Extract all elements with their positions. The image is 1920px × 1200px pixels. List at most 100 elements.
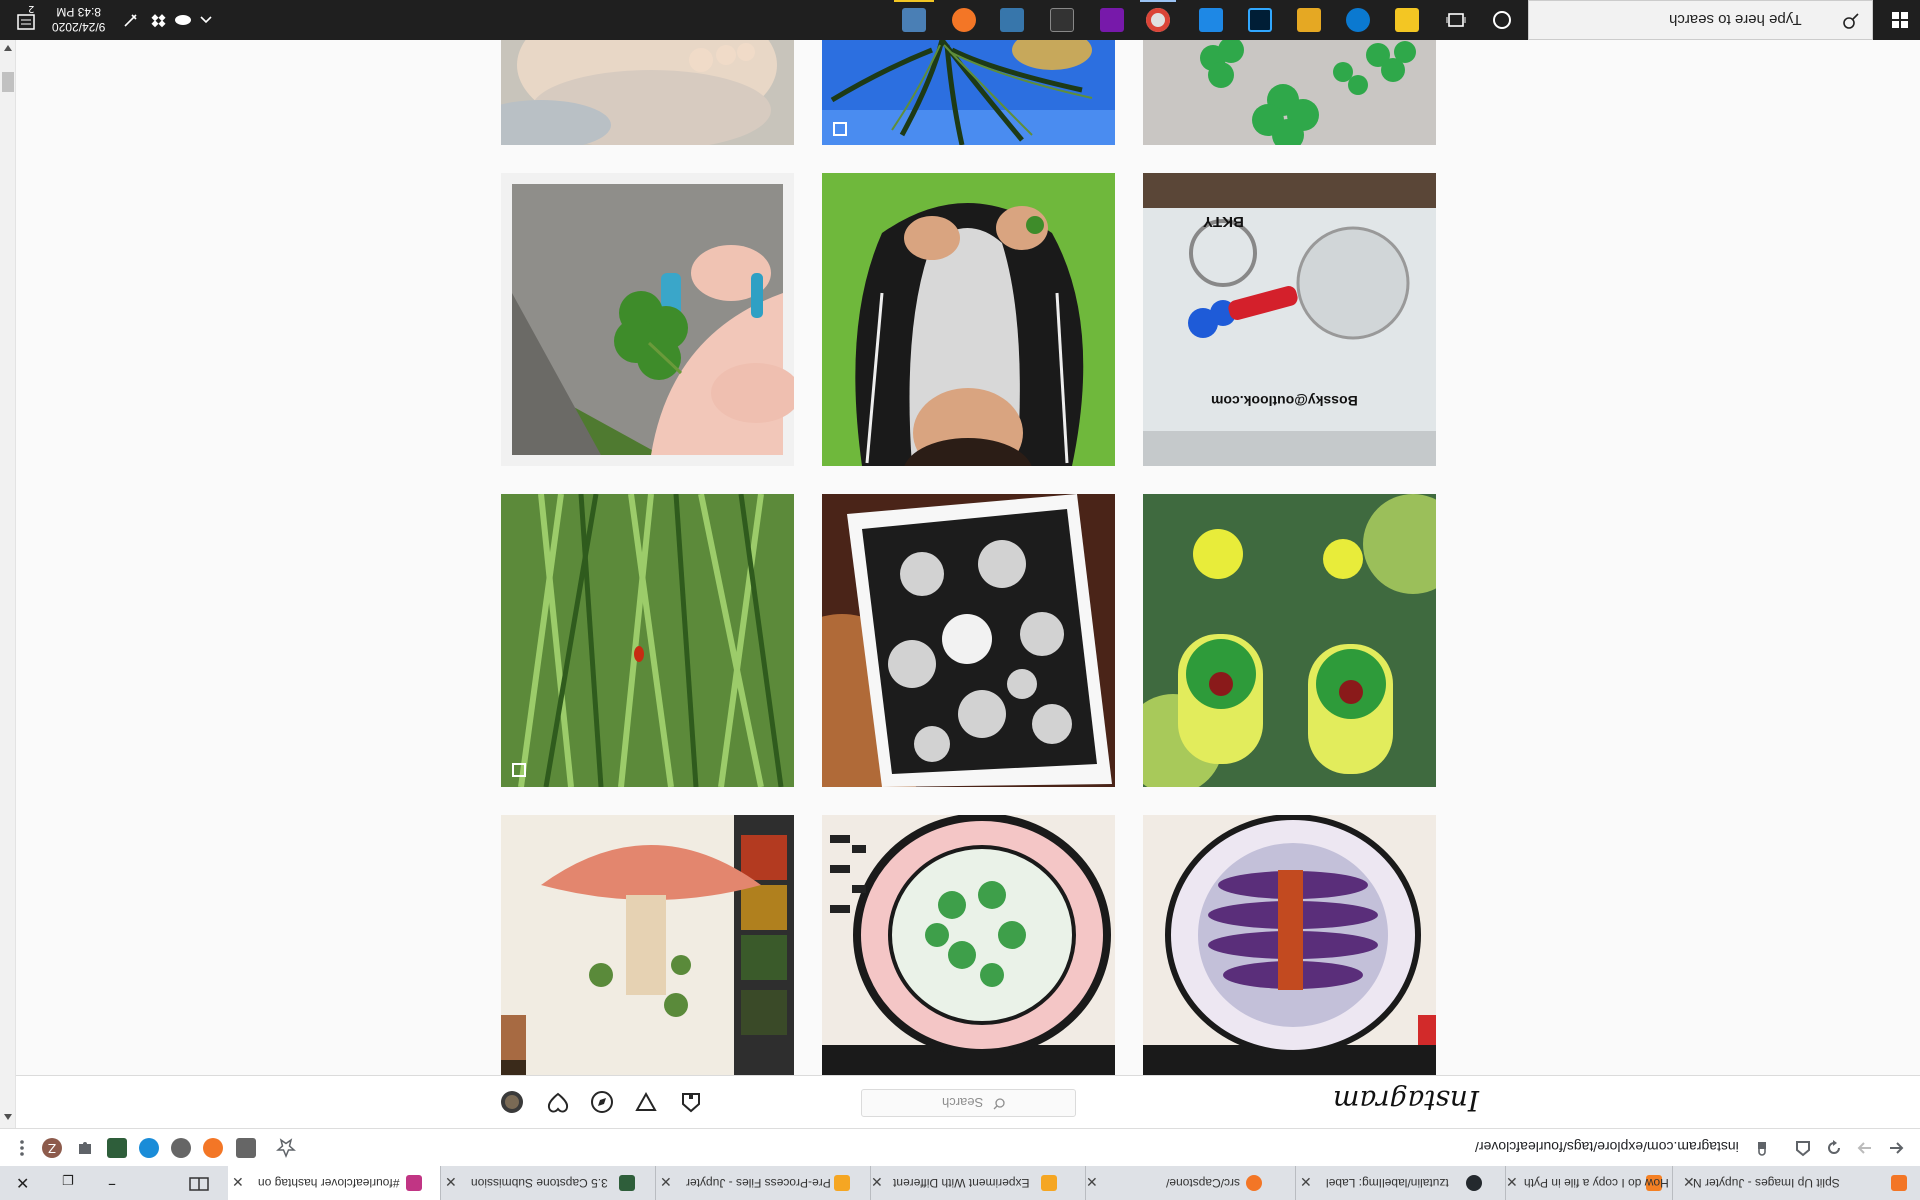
search-icon	[1843, 13, 1859, 29]
jupyter-favicon	[1891, 1175, 1907, 1191]
scrollbar-thumb[interactable]	[2, 72, 14, 92]
tab-title: tzutalin/labelImg: Label	[1326, 1176, 1449, 1190]
browser-tab[interactable]: src/Capstone/ ✕	[1085, 1166, 1295, 1200]
onedrive-icon[interactable]	[174, 12, 192, 28]
active-app-indicator	[1140, 0, 1176, 2]
dropbox-icon[interactable]	[150, 12, 168, 28]
explore-icon[interactable]	[590, 1090, 614, 1114]
active-app-indicator	[894, 0, 934, 2]
clover-keychain-image	[1143, 173, 1436, 466]
lock-icon	[1758, 1142, 1766, 1156]
clock-date: 9/24/2020	[52, 20, 106, 34]
instagram-search-input[interactable]: Search	[861, 1089, 1076, 1117]
clock-time: 8:43 PM	[56, 5, 102, 19]
tab-close-icon[interactable]: ✕	[660, 1175, 672, 1191]
browser-tab[interactable]: Experiment With Different ✕	[870, 1166, 1085, 1200]
profile-avatar-icon[interactable]	[500, 1090, 524, 1114]
forward-arrow-icon[interactable]	[1855, 1138, 1875, 1158]
tab-close-icon[interactable]: ✕	[871, 1175, 883, 1191]
palm-tree-image	[822, 40, 1115, 145]
post-thumbnail[interactable]	[1143, 494, 1436, 787]
extension-icon[interactable]	[107, 1138, 127, 1158]
tab-close-icon[interactable]: ✕	[1683, 1175, 1695, 1191]
start-button[interactable]	[1880, 0, 1920, 40]
direct-message-icon[interactable]	[634, 1090, 658, 1114]
file-explorer-icon[interactable]	[1395, 8, 1419, 32]
system-clock[interactable]: 9/24/2020 8:43 PM	[52, 4, 105, 34]
reload-icon[interactable]	[1824, 1138, 1844, 1158]
post-thumbnail[interactable]	[822, 815, 1115, 1075]
tab-close-icon[interactable]: ✕	[1086, 1175, 1098, 1191]
github-favicon	[1466, 1175, 1482, 1191]
profile-avatar[interactable]: Z	[42, 1138, 62, 1158]
bookmark-star-icon[interactable]	[276, 1138, 296, 1158]
cortana-icon[interactable]	[1490, 8, 1514, 32]
tab-close-icon[interactable]: ✕	[232, 1175, 244, 1191]
post-thumbnail[interactable]	[1143, 815, 1436, 1075]
jupyter-icon[interactable]	[952, 8, 976, 32]
browser-tab-strip: Split Up Images - Jupyter N ✕ How do I c…	[0, 1166, 1920, 1200]
tab-search-icon[interactable]	[188, 1174, 210, 1194]
home-icon[interactable]	[679, 1090, 703, 1114]
back-arrow-icon[interactable]	[1886, 1138, 1906, 1158]
browser-tab[interactable]: How do I copy a file in Pyth ✕	[1505, 1166, 1672, 1200]
tab-title: 3.5 Capstone Submission	[471, 1176, 608, 1190]
notification-count: 2	[28, 3, 35, 14]
mail-icon[interactable]	[1199, 8, 1223, 32]
tab-title: #fourleafclover hashtag on	[258, 1176, 400, 1190]
address-bar-url[interactable]: instagram.com/explore/tags/fourleafclove…	[1475, 1139, 1739, 1155]
close-window-button[interactable]: ✕	[16, 1174, 29, 1193]
post-thumbnail[interactable]	[501, 40, 794, 145]
photoshop-icon[interactable]	[1248, 8, 1272, 32]
extension-icon[interactable]	[203, 1138, 223, 1158]
extension-icon[interactable]	[236, 1138, 256, 1158]
minimize-button[interactable]: –	[108, 1174, 116, 1193]
tab-close-icon[interactable]: ✕	[445, 1175, 457, 1191]
clover-shapes-image	[1143, 40, 1436, 145]
post-thumbnail[interactable]	[822, 40, 1115, 145]
post-thumbnail[interactable]: BKTY Bossky@outlook.com	[1143, 173, 1436, 466]
browser-tab[interactable]: Split Up Images - Jupyter N ✕	[1672, 1166, 1920, 1200]
home-shield-icon[interactable]	[1793, 1138, 1813, 1158]
pen-icon[interactable]	[122, 11, 140, 29]
scroll-down-arrow-icon[interactable]	[3, 1113, 13, 1121]
folder-icon[interactable]	[1297, 8, 1321, 32]
post-thumbnail[interactable]	[501, 173, 794, 466]
chevron-up-icon[interactable]	[198, 12, 214, 28]
browser-tab[interactable]: tzutalin/labelImg: Label ✕	[1295, 1166, 1505, 1200]
tab-close-icon[interactable]: ✕	[1506, 1175, 1518, 1191]
extensions-puzzle-icon[interactable]	[75, 1138, 95, 1158]
post-thumbnail[interactable]	[501, 494, 794, 787]
restore-button[interactable]: ❐	[62, 1174, 74, 1189]
browser-tab[interactable]: 3.5 Capstone Submission ✕	[440, 1166, 655, 1200]
capstone-favicon	[619, 1175, 635, 1191]
onenote-icon[interactable]	[1100, 8, 1124, 32]
taskbar-search-box[interactable]: Type here to search	[1528, 0, 1873, 40]
terminal-icon[interactable]	[1050, 8, 1074, 32]
instagram-logo[interactable]: Instagram	[1333, 1084, 1479, 1117]
more-menu-icon[interactable]	[12, 1138, 32, 1158]
task-view-icon[interactable]	[1444, 8, 1468, 32]
jupyter-favicon	[1246, 1175, 1262, 1191]
edge-browser-icon[interactable]	[1346, 8, 1370, 32]
instagram-favicon	[406, 1175, 422, 1191]
activity-heart-icon[interactable]	[546, 1090, 570, 1114]
post-thumbnail[interactable]	[1143, 40, 1436, 145]
browser-tab[interactable]: Pre-Process Files - Jupyter ✕	[655, 1166, 870, 1200]
chrome-icon[interactable]	[1146, 8, 1170, 32]
notebook-favicon	[834, 1175, 850, 1191]
post-thumbnail[interactable]	[822, 173, 1115, 466]
extension-icon[interactable]	[139, 1138, 159, 1158]
calculator-icon[interactable]	[902, 8, 926, 32]
windows-icon	[1892, 12, 1908, 28]
extension-icon[interactable]	[171, 1138, 191, 1158]
scroll-up-arrow-icon[interactable]	[3, 44, 13, 52]
python-icon[interactable]	[1000, 8, 1024, 32]
post-thumbnail[interactable]	[822, 494, 1115, 787]
browser-tab-active[interactable]: #fourleafclover hashtag on ✕	[228, 1166, 440, 1200]
page-scrollbar[interactable]	[0, 40, 16, 1128]
tab-close-icon[interactable]: ✕	[1300, 1175, 1312, 1191]
post-thumbnail[interactable]	[501, 815, 794, 1075]
notification-center-icon[interactable]	[14, 8, 40, 34]
instagram-search-placeholder: Search	[942, 1095, 984, 1110]
